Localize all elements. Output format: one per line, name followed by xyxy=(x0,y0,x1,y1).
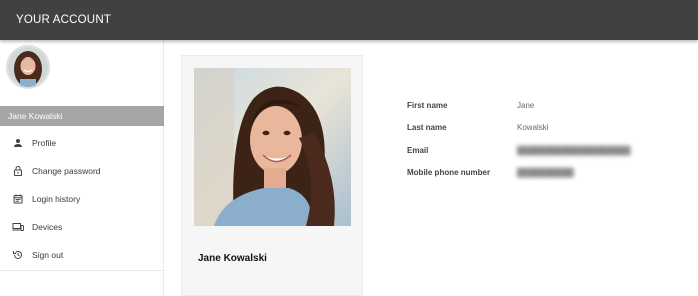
detail-row-email: Email ████████████████████ xyxy=(407,139,630,162)
detail-row-last-name: Last name Kowalski xyxy=(407,117,630,140)
detail-label: Mobile phone number xyxy=(407,168,491,178)
history-icon xyxy=(12,249,24,261)
sidebar-item-login-history[interactable]: Login history xyxy=(0,185,164,213)
detail-value-redacted: ████████████████████ xyxy=(517,145,631,155)
devices-icon xyxy=(12,221,24,233)
sidebar-item-devices[interactable]: Devices xyxy=(0,213,164,241)
person-icon xyxy=(12,137,24,149)
detail-row-mobile-phone: Mobile phone number ██████████ xyxy=(407,162,630,185)
calendar-icon xyxy=(12,193,24,205)
account-details: First name Jane Last name Kowalski Email… xyxy=(407,94,630,184)
sidebar-item-label: Devices xyxy=(32,222,63,232)
sidebar-nav: Profile Change password Login history De… xyxy=(0,129,164,269)
sidebar-user-name: Jane Kowalski xyxy=(0,106,164,126)
profile-card: Jane Kowalski xyxy=(181,55,363,296)
profile-photo xyxy=(194,68,351,226)
avatar-image xyxy=(8,47,48,87)
sidebar-item-change-password[interactable]: Change password xyxy=(0,157,164,185)
sidebar-item-sign-out[interactable]: Sign out xyxy=(0,241,164,269)
sidebar: Jane Kowalski Profile Change password Lo… xyxy=(0,40,164,296)
sidebar-item-label: Login history xyxy=(32,194,81,204)
detail-value: Jane xyxy=(517,100,535,110)
profile-card-name: Jane Kowalski xyxy=(198,253,267,264)
top-app-bar: YOUR ACCOUNT xyxy=(0,0,698,40)
detail-label: Email xyxy=(407,145,429,155)
avatar[interactable] xyxy=(6,45,50,89)
sidebar-item-label: Profile xyxy=(32,138,57,148)
sidebar-item-profile[interactable]: Profile xyxy=(0,129,164,157)
page-title: YOUR ACCOUNT xyxy=(16,14,112,26)
sidebar-item-label: Sign out xyxy=(32,250,64,260)
detail-value-redacted: ██████████ xyxy=(517,168,574,178)
sidebar-item-label: Change password xyxy=(32,166,101,176)
detail-value: Kowalski xyxy=(517,123,549,133)
lock-icon xyxy=(12,165,24,177)
sidebar-divider xyxy=(0,270,164,271)
detail-label: Last name xyxy=(407,123,447,133)
detail-label: First name xyxy=(407,100,448,110)
detail-row-first-name: First name Jane xyxy=(407,94,630,117)
